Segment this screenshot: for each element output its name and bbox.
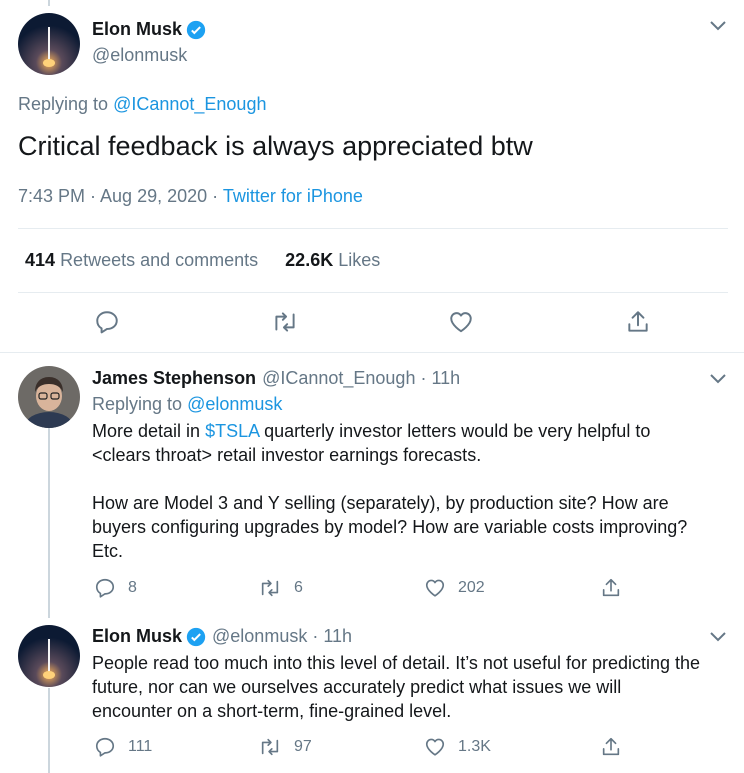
chevron-down-icon[interactable]: [709, 373, 727, 385]
cashtag-link[interactable]: $TSLA: [205, 421, 259, 441]
tweet-text-line: buyers configuring upgrades by model? Ho…: [92, 517, 688, 537]
author-name[interactable]: Elon Musk: [92, 19, 182, 40]
tweet-source-link[interactable]: Twitter for iPhone: [223, 186, 363, 206]
reply-count: 8: [128, 579, 137, 596]
chevron-down-icon[interactable]: [709, 631, 727, 643]
like-heart-icon[interactable]: [448, 309, 474, 335]
retweets-label: Retweets and comments: [60, 250, 259, 270]
text-segment: More detail in: [92, 421, 201, 441]
like-action[interactable]: 202: [424, 577, 485, 599]
author-handle[interactable]: @elonmusk: [212, 626, 307, 647]
tweet-text-line: Etc.: [92, 541, 124, 561]
reply-count: 111: [128, 738, 153, 755]
person-avatar-icon: [18, 366, 80, 428]
verified-badge-icon: [186, 627, 206, 646]
reply-icon: [95, 578, 115, 598]
tweet-text-line: encounter on a short-term, fine-grained …: [92, 701, 452, 721]
like-count: 1.3K: [458, 738, 491, 755]
rocket-launch-avatar-icon: [18, 13, 80, 75]
tweet-text-line: How are Model 3 and Y selling (separatel…: [92, 493, 669, 513]
replying-to: Replying to @ICannot_Enough: [18, 94, 266, 115]
likes-label: Likes: [338, 250, 381, 270]
author-name[interactable]: James Stephenson: [92, 368, 256, 389]
retweet-count: 97: [294, 738, 312, 755]
replying-prefix: Replying to: [18, 94, 109, 114]
thread-line-reply1: [48, 428, 50, 618]
tweet-text-line: <clears throat> retail investor earnings…: [92, 445, 482, 465]
tweet-meta: 7:43 PM · Aug 29, 2020 · Twitter for iPh…: [18, 186, 363, 207]
like-heart-icon: [425, 579, 445, 597]
like-count: 202: [458, 579, 485, 596]
retweet-icon: [261, 579, 279, 597]
divider-1: [18, 228, 728, 229]
chevron-down-icon[interactable]: [709, 20, 727, 32]
rocket-launch-avatar-icon: [18, 625, 80, 687]
tweet-text-line: future, nor can we ourselves accurately …: [92, 677, 622, 697]
retweet-count: 6: [294, 579, 303, 596]
divider-2: [18, 292, 728, 293]
reply-action[interactable]: 111: [94, 736, 152, 758]
share-icon[interactable]: [600, 736, 622, 758]
replying-prefix: Replying to: [92, 394, 183, 414]
tweet-time[interactable]: · 11h: [312, 626, 352, 647]
author-handle[interactable]: @ICannot_Enough: [262, 368, 415, 389]
likes-stat[interactable]: 22.6K Likes: [285, 250, 380, 270]
tweet-text-line: More detail in $TSLA quarterly investor …: [92, 421, 650, 442]
replying-handle-link[interactable]: @ICannot_Enough: [113, 94, 266, 114]
retweets-stat[interactable]: 414 Retweets and comments: [25, 250, 258, 270]
retweet-action[interactable]: 6: [258, 577, 303, 599]
thread-line-bottom: [48, 688, 50, 773]
retweet-action[interactable]: 97: [258, 736, 312, 758]
verified-badge-icon: [186, 20, 206, 39]
like-heart-icon: [425, 738, 445, 756]
share-icon[interactable]: [600, 577, 622, 599]
share-icon[interactable]: [625, 309, 651, 335]
divider-3: [0, 352, 744, 353]
avatar-elon-main[interactable]: [18, 13, 80, 75]
author-handle[interactable]: @elonmusk: [92, 45, 187, 66]
likes-count: 22.6K: [285, 250, 334, 270]
tweet-text: Critical feedback is always appreciated …: [18, 131, 533, 161]
replying-to: Replying to @elonmusk: [92, 394, 282, 415]
engagement-stats: 414 Retweets and comments 22.6K Likes: [25, 250, 380, 271]
replying-handle-link[interactable]: @elonmusk: [187, 394, 282, 414]
retweet-icon[interactable]: [271, 309, 299, 335]
reply-icon[interactable]: [94, 309, 120, 335]
tweet-time[interactable]: · 11h: [420, 368, 460, 389]
author-name[interactable]: Elon Musk: [92, 626, 182, 647]
reply-action[interactable]: 8: [94, 577, 137, 599]
tweet-time[interactable]: 7:43 PM · Aug 29, 2020 ·: [18, 186, 218, 206]
like-action[interactable]: 1.3K: [424, 736, 491, 758]
avatar-elon-reply[interactable]: [18, 625, 80, 687]
avatar-james[interactable]: [18, 366, 80, 428]
reply-icon: [95, 737, 115, 757]
retweet-icon: [261, 738, 279, 756]
tweet-text-line: People read too much into this level of …: [92, 653, 701, 673]
retweets-count: 414: [25, 250, 56, 270]
text-segment: quarterly investor letters would be very…: [264, 421, 651, 441]
thread-line-top: [48, 0, 50, 6]
